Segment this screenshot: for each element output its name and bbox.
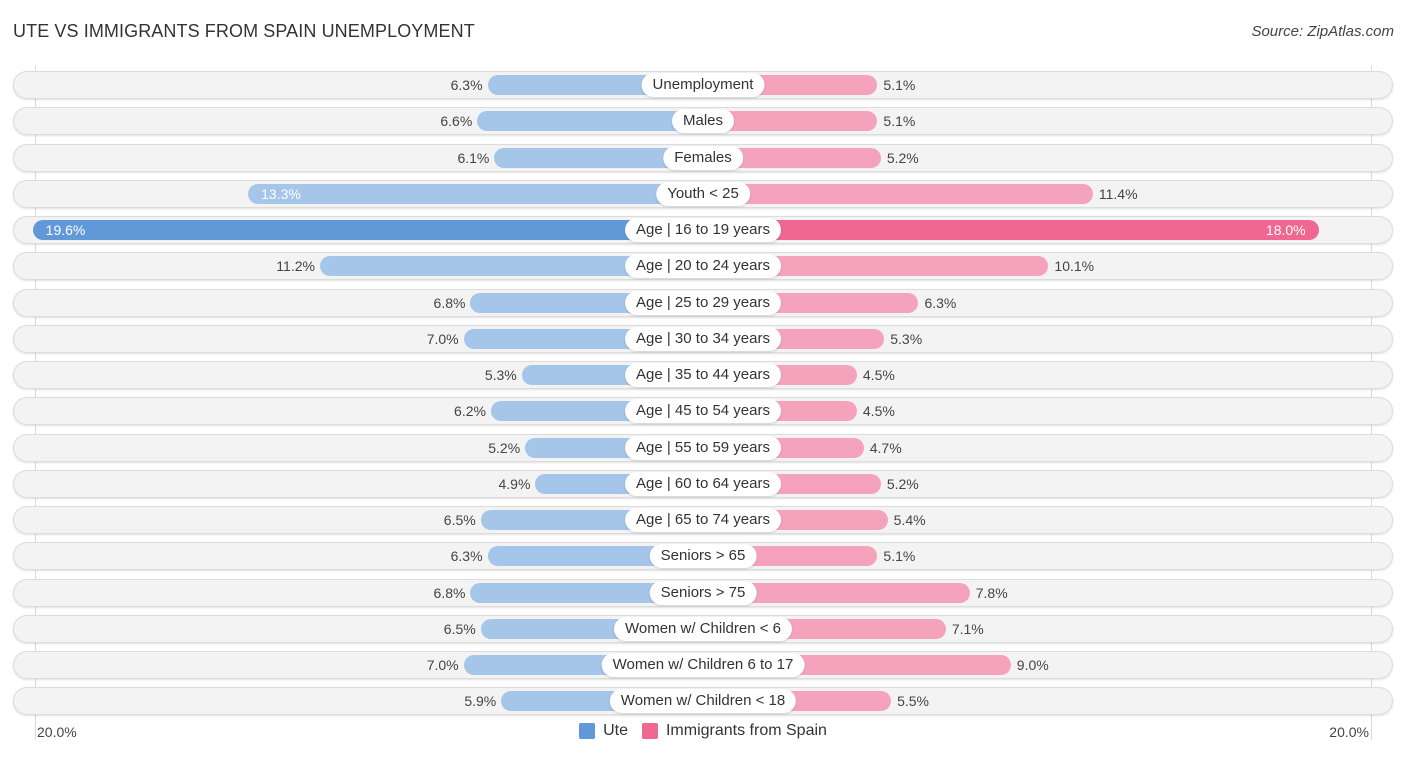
bar-ute[interactable] [32, 220, 703, 240]
bar-ute[interactable] [248, 183, 703, 204]
value-label-spain: 5.3% [890, 330, 923, 347]
value-label-spain: 9.0% [1016, 657, 1049, 673]
value-label-spain: 7.1% [951, 620, 984, 637]
value-label-ute: 11.2% [276, 258, 315, 275]
value-label-ute: 6.3% [450, 548, 483, 565]
category-label: Females [663, 145, 743, 170]
legend-swatch-ute [579, 723, 596, 739]
category-label: Age | 25 to 29 years [625, 290, 781, 315]
value-label-ute: 6.3% [450, 77, 483, 93]
value-label-spain: 5.1% [883, 548, 916, 565]
bar-ute[interactable] [477, 111, 703, 132]
value-label-ute: 6.8% [433, 584, 466, 601]
legend: Ute Immigrants from Spain [0, 722, 1406, 740]
bar-spain[interactable] [703, 183, 1093, 204]
category-label: Age | 60 to 64 years [625, 471, 781, 496]
value-label-spain: 5.5% [897, 693, 930, 710]
value-label-spain: 11.4% [1098, 185, 1138, 202]
legend-item-ute[interactable]: Ute [579, 722, 628, 740]
legend-label-spain: Immigrants from Spain [665, 722, 827, 739]
category-label: Age | 55 to 59 years [625, 435, 781, 460]
category-label: Seniors > 65 [649, 544, 757, 569]
category-label: Women w/ Children < 18 [609, 689, 797, 714]
value-label-spain: 6.3% [924, 294, 957, 311]
value-label-ute: 6.1% [457, 149, 490, 166]
value-label-spain: 4.5% [862, 367, 895, 383]
value-label-ute: 6.5% [443, 620, 476, 637]
category-label: Age | 45 to 54 years [625, 399, 781, 424]
value-label-spain: 18.0% [1265, 222, 1306, 238]
value-label-spain: 4.5% [862, 403, 895, 420]
value-label-ute: 7.0% [426, 657, 459, 673]
value-label-ute: 4.9% [498, 475, 531, 492]
chart-area: 6.3% 5.1% Unemployment 6.6% 5.1% Males 6.1% 5.2… [0, 0, 1406, 757]
value-label-spain: 5.2% [886, 149, 919, 166]
value-label-ute: 19.6% [45, 222, 86, 238]
category-label: Seniors > 75 [649, 580, 757, 605]
value-label-spain: 5.2% [886, 475, 919, 492]
category-label: Males [671, 109, 735, 134]
category-label: Age | 20 to 24 years [625, 254, 781, 279]
value-label-ute: 5.2% [488, 439, 521, 456]
value-label-ute: 6.5% [443, 512, 476, 528]
category-label: Age | 16 to 19 years [625, 218, 781, 242]
bar-spain[interactable] [703, 220, 1319, 240]
category-label: Age | 30 to 34 years [625, 326, 781, 351]
legend-item-spain[interactable]: Immigrants from Spain [641, 722, 827, 740]
value-label-ute: 6.8% [433, 294, 466, 311]
value-label-ute: 13.3% [261, 185, 301, 202]
category-label: Women w/ Children 6 to 17 [601, 653, 805, 677]
value-label-ute: 5.9% [464, 693, 497, 710]
category-label: Women w/ Children < 6 [613, 616, 793, 641]
category-label: Age | 65 to 74 years [625, 508, 781, 532]
value-label-spain: 5.4% [893, 512, 926, 528]
value-label-spain: 5.1% [883, 113, 916, 130]
value-label-ute: 7.0% [426, 330, 459, 347]
value-label-spain: 4.7% [869, 439, 902, 456]
value-label-ute: 5.3% [484, 367, 517, 383]
value-label-spain: 5.1% [883, 77, 916, 93]
value-label-ute: 6.2% [454, 403, 486, 420]
legend-swatch-spain [641, 723, 658, 739]
value-label-spain: 7.8% [975, 584, 1008, 601]
category-label: Age | 35 to 44 years [625, 363, 781, 387]
value-label-spain: 10.1% [1054, 258, 1095, 275]
category-label: Unemployment [641, 73, 765, 97]
legend-label-ute: Ute [603, 722, 628, 739]
value-label-ute: 6.6% [440, 113, 473, 130]
category-label: Youth < 25 [656, 181, 750, 206]
